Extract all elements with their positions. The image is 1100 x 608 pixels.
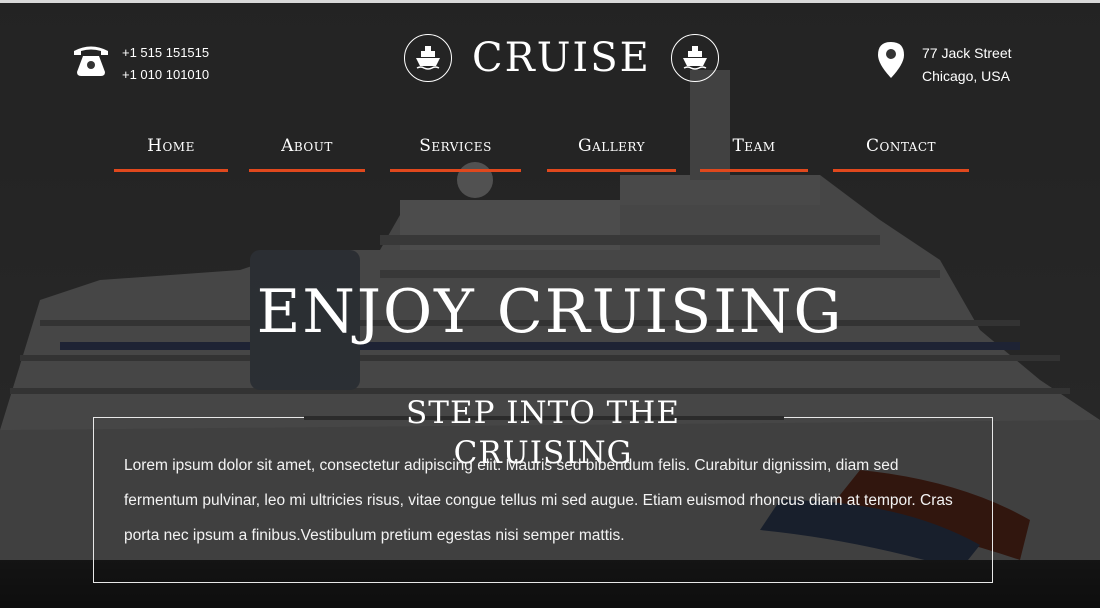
- main-nav: Home About Services Gallery Team Contact: [0, 126, 1100, 172]
- address-contact: 77 Jack Street Chicago, USA: [878, 42, 1012, 88]
- nav-label: Contact: [865, 136, 937, 156]
- brand-logo[interactable]: CRUISE: [404, 34, 719, 82]
- brand-name: CRUISE: [472, 35, 651, 81]
- phone-number-1[interactable]: +1 515 151515: [122, 42, 209, 64]
- nav-item-home[interactable]: Home: [114, 126, 228, 172]
- address-street: 77 Jack Street: [922, 45, 1012, 61]
- phone-contact: +1 515 151515 +1 010 101010: [72, 42, 209, 86]
- hero-title: ENJOY CRUISING: [256, 277, 844, 347]
- nav-label: Gallery: [577, 136, 646, 156]
- telephone-icon: [74, 46, 108, 76]
- nav-underline: [390, 169, 521, 172]
- nav-label: Home: [147, 136, 195, 156]
- phone-number-2[interactable]: +1 010 101010: [122, 64, 209, 86]
- nav-item-services[interactable]: Services: [390, 126, 521, 172]
- cruise-ship-icon: [404, 34, 452, 82]
- nav-label: About: [281, 136, 333, 156]
- nav-label: Services: [419, 136, 492, 156]
- intro-text: Lorem ipsum dolor sit amet, consectetur …: [124, 457, 953, 544]
- nav-item-contact[interactable]: Contact: [833, 126, 969, 172]
- nav-underline: [114, 169, 228, 172]
- nav-item-gallery[interactable]: Gallery: [547, 126, 676, 172]
- nav-underline: [833, 169, 969, 172]
- nav-underline: [700, 169, 808, 172]
- nav-underline: [547, 169, 676, 172]
- address-city: Chicago, USA: [922, 68, 1010, 84]
- nav-label: Team: [732, 136, 776, 156]
- nav-item-about[interactable]: About: [249, 126, 365, 172]
- map-pin-icon: [878, 42, 904, 78]
- nav-item-team[interactable]: Team: [700, 126, 808, 172]
- site-header: +1 515 151515 +1 010 101010 CRUISE 77 Ja…: [0, 0, 1100, 110]
- cruise-ship-icon: [670, 34, 719, 82]
- nav-underline: [249, 169, 365, 172]
- intro-title-wrap: STEP INTO THE CRUISING: [303, 393, 783, 471]
